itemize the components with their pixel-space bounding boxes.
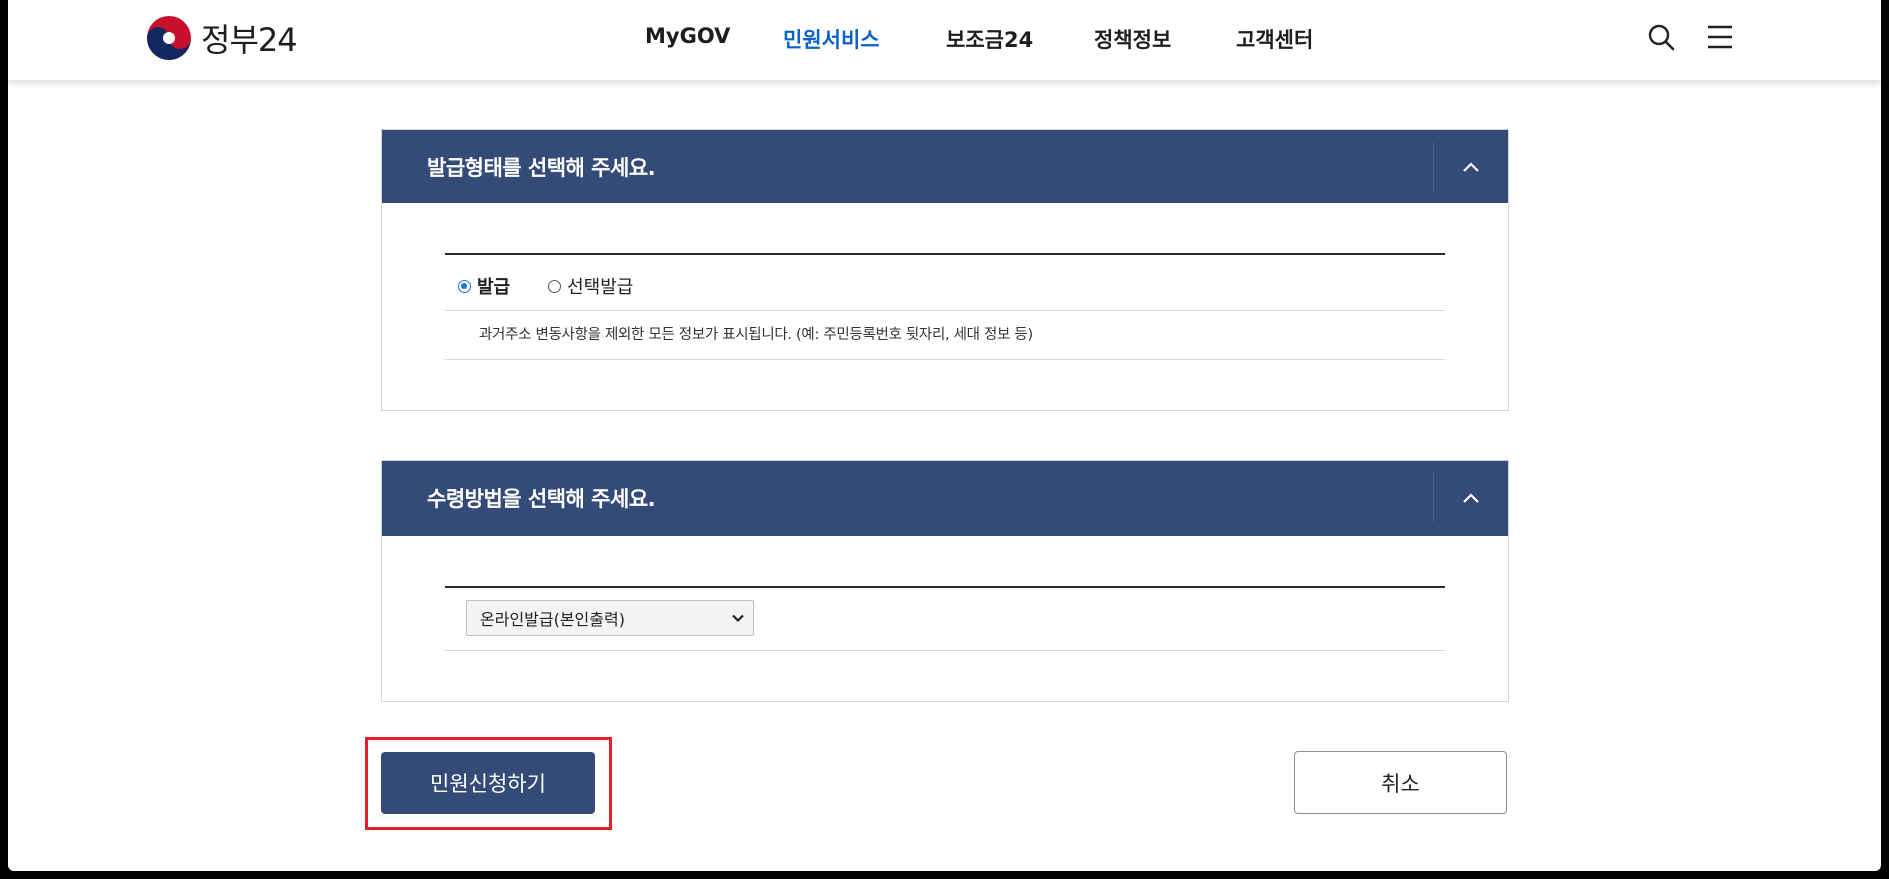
nav-subsidy24[interactable]: 보조금24 bbox=[946, 24, 1033, 54]
chevron-up-icon bbox=[1463, 162, 1479, 172]
apply-civil-service-button[interactable]: 민원신청하기 bbox=[381, 752, 595, 814]
radio-issue[interactable]: 발급 bbox=[458, 273, 510, 299]
search-icon[interactable] bbox=[1646, 22, 1676, 52]
receive-method-select[interactable]: 온라인발급(본인출력) bbox=[466, 600, 754, 636]
nav-mygov[interactable]: MyGOV bbox=[645, 24, 730, 48]
nav-customer-center[interactable]: 고객센터 bbox=[1236, 24, 1313, 54]
section-top-rule bbox=[445, 253, 1445, 255]
menu-icon[interactable] bbox=[1705, 22, 1735, 52]
chevron-up-icon bbox=[1463, 493, 1479, 503]
chevron-down-icon bbox=[732, 614, 744, 623]
receive-method-title: 수령방법을 선택해 주세요. bbox=[427, 487, 656, 511]
radio-selective-issue-label: 선택발급 bbox=[567, 277, 634, 298]
radio-checked-icon bbox=[458, 279, 471, 293]
issue-type-title: 발급형태를 선택해 주세요. bbox=[427, 156, 656, 180]
section-top-rule bbox=[445, 586, 1445, 588]
radio-selective-issue[interactable]: 선택발급 bbox=[548, 273, 633, 299]
taegeuk-logo-icon bbox=[147, 16, 191, 60]
row-divider bbox=[445, 310, 1445, 311]
row-divider bbox=[445, 359, 1445, 360]
nav-civil-service[interactable]: 민원서비스 bbox=[783, 24, 880, 54]
receive-method-panel-header: 수령방법을 선택해 주세요. bbox=[382, 461, 1508, 536]
cancel-button[interactable]: 취소 bbox=[1294, 751, 1507, 814]
nav-policy-info[interactable]: 정책정보 bbox=[1094, 24, 1171, 54]
radio-issue-label: 발급 bbox=[477, 277, 511, 298]
issue-type-collapse-button[interactable] bbox=[1434, 130, 1508, 203]
receive-method-collapse-button[interactable] bbox=[1434, 461, 1508, 534]
site-header: 정부24 MyGOV 민원서비스 보조금24 정책정보 고객센터 bbox=[8, 0, 1881, 81]
site-logo[interactable]: 정부24 bbox=[145, 14, 298, 62]
radio-unchecked-icon bbox=[548, 279, 562, 293]
row-divider bbox=[445, 650, 1445, 651]
receive-method-panel: 수령방법을 선택해 주세요. 온라인발급(본인출력) bbox=[381, 460, 1509, 702]
issue-description: 과거주소 변동사항을 제외한 모든 정보가 표시됩니다. (예: 주민등록번호 … bbox=[479, 327, 1033, 343]
issue-type-panel: 발급형태를 선택해 주세요. 발급 선택발급 과거주소 변동사항을 제외한 모든… bbox=[381, 129, 1509, 411]
logo-text: 정부24 bbox=[201, 21, 298, 59]
browser-viewport: 정부24 MyGOV 민원서비스 보조금24 정책정보 고객센터 발급형태를 선… bbox=[8, 0, 1881, 871]
issue-type-radio-group: 발급 선택발급 bbox=[458, 273, 633, 299]
receive-method-selected-value: 온라인발급(본인출력) bbox=[480, 610, 625, 629]
issue-type-panel-header: 발급형태를 선택해 주세요. bbox=[382, 130, 1508, 203]
